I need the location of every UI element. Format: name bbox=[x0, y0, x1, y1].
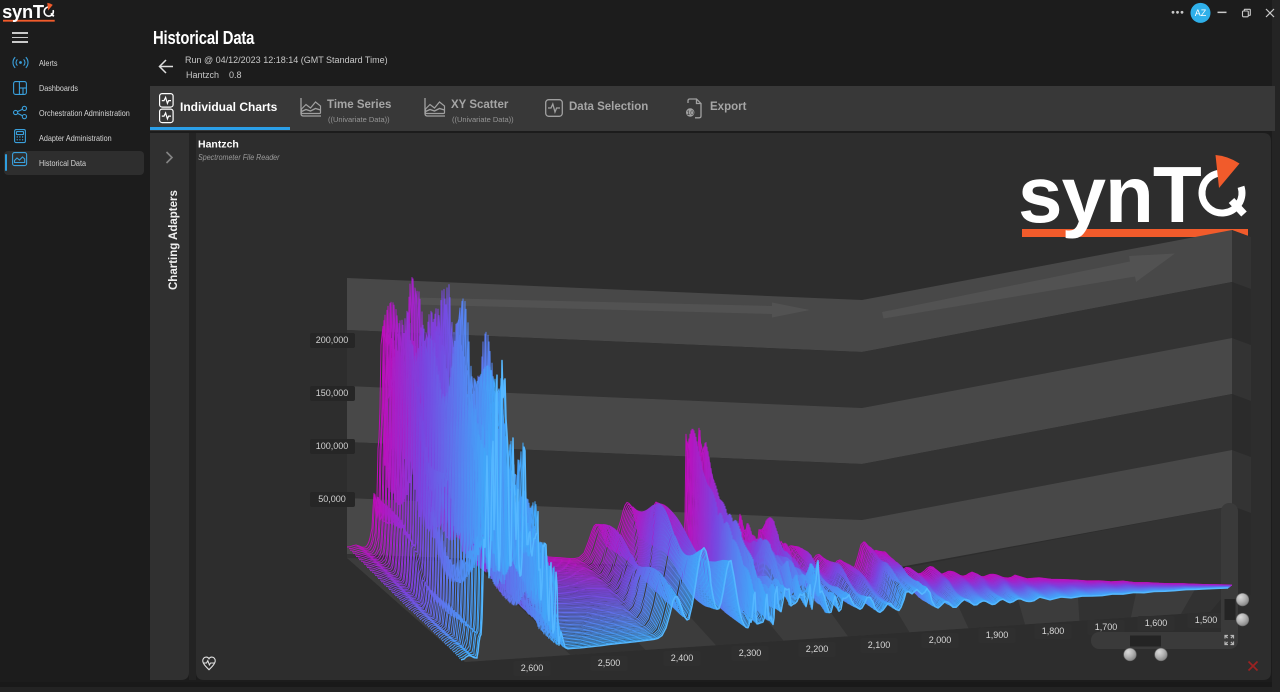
svg-text:Hantzch: Hantzch bbox=[198, 139, 239, 151]
svg-text:2,100: 2,100 bbox=[868, 640, 891, 650]
svg-text:2,000: 2,000 bbox=[929, 635, 952, 645]
svg-text:Charting Adapters: Charting Adapters bbox=[168, 190, 180, 290]
svg-text:2,500: 2,500 bbox=[598, 658, 621, 668]
svg-text:200,000: 200,000 bbox=[316, 335, 349, 345]
svg-text:50,000: 50,000 bbox=[318, 494, 346, 504]
svg-text:1,600: 1,600 bbox=[1145, 618, 1168, 628]
svg-text:2,300: 2,300 bbox=[739, 648, 762, 658]
svg-text:2,600: 2,600 bbox=[521, 663, 544, 673]
svg-text:AZ: AZ bbox=[1195, 8, 1207, 18]
svg-text:1,900: 1,900 bbox=[986, 630, 1009, 640]
svg-text:2,400: 2,400 bbox=[671, 653, 694, 663]
svg-text:1,500: 1,500 bbox=[1195, 615, 1218, 625]
svg-text:150,000: 150,000 bbox=[316, 388, 349, 398]
svg-text:2,200: 2,200 bbox=[806, 644, 829, 654]
svg-text:synT: synT bbox=[1018, 150, 1202, 239]
svg-text:1,800: 1,800 bbox=[1042, 626, 1065, 636]
svg-text:1,700: 1,700 bbox=[1095, 622, 1118, 632]
svg-text:100,000: 100,000 bbox=[316, 441, 349, 451]
svg-text:Spectrometer File Reader: Spectrometer File Reader bbox=[198, 152, 280, 162]
svg-text:10: 10 bbox=[687, 110, 695, 117]
